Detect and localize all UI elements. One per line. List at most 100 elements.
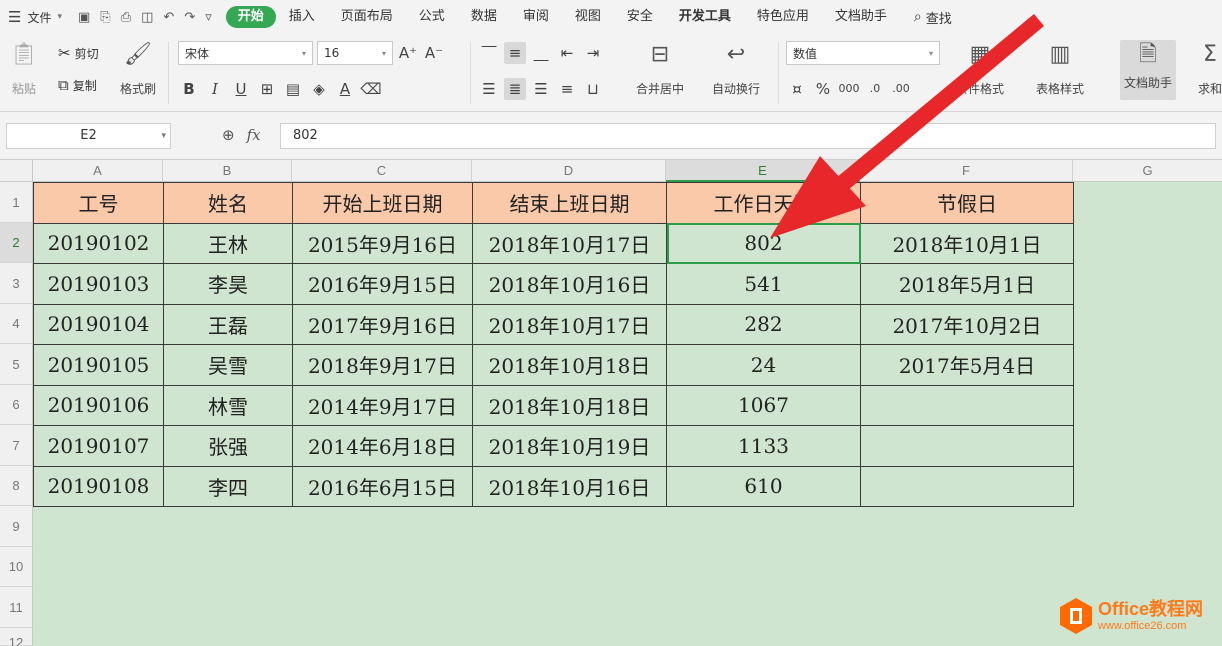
- name-box[interactable]: E2 ▾: [6, 123, 171, 149]
- formula-input[interactable]: 802: [280, 123, 1216, 149]
- cell-e7[interactable]: 1133: [666, 425, 861, 467]
- cell-f8[interactable]: [860, 465, 1074, 507]
- export-icon[interactable]: ⎘: [100, 10, 110, 25]
- cell-b5[interactable]: 吴雪: [163, 344, 293, 386]
- column-header-b[interactable]: B: [163, 160, 292, 182]
- cell-e1[interactable]: 工作日天数: [666, 182, 861, 224]
- tab-doc-assistant[interactable]: 文档助手: [822, 6, 900, 28]
- fill-color-icon[interactable]: ◈: [308, 78, 330, 100]
- align-top-icon[interactable]: ⎺: [478, 42, 500, 64]
- justify-icon[interactable]: ≡: [556, 78, 578, 100]
- row-header-11[interactable]: 11: [0, 587, 33, 628]
- cell-f3[interactable]: 2018年5月1日: [860, 263, 1074, 305]
- tab-review[interactable]: 审阅: [510, 6, 562, 28]
- cell-b2[interactable]: 王林: [163, 222, 293, 264]
- number-format-select[interactable]: 数值 ▾: [786, 41, 940, 65]
- cell-c8[interactable]: 2016年6月15日: [292, 465, 473, 507]
- tab-view[interactable]: 视图: [562, 6, 614, 28]
- row-header-3[interactable]: 3: [0, 263, 33, 304]
- paste-button[interactable]: 📋︎ 粘贴: [10, 40, 38, 97]
- cell-a1[interactable]: 工号: [33, 182, 164, 224]
- cell-a2[interactable]: 20190102: [33, 222, 164, 264]
- cell-b1[interactable]: 姓名: [163, 182, 293, 224]
- column-header-f[interactable]: F: [860, 160, 1073, 182]
- fill-pattern-icon[interactable]: ▤: [282, 78, 304, 100]
- cell-f2[interactable]: 2018年10月1日: [860, 222, 1074, 264]
- column-header-d[interactable]: D: [472, 160, 666, 182]
- underline-icon[interactable]: U: [230, 78, 252, 100]
- cell-c5[interactable]: 2018年9月17日: [292, 344, 473, 386]
- font-name-select[interactable]: 宋体 ▾: [178, 41, 313, 65]
- increase-font-icon[interactable]: A⁺: [397, 42, 419, 64]
- cell-b8[interactable]: 李四: [163, 465, 293, 507]
- cell-b7[interactable]: 张强: [163, 425, 293, 467]
- row-header-5[interactable]: 5: [0, 344, 33, 385]
- cell-d2[interactable]: 2018年10月17日: [472, 222, 667, 264]
- save-icon[interactable]: ▣: [78, 10, 90, 25]
- cell-d3[interactable]: 2018年10月16日: [472, 263, 667, 305]
- thousands-icon[interactable]: 000: [838, 78, 860, 100]
- tab-developer[interactable]: 开发工具: [666, 6, 744, 28]
- format-painter-button[interactable]: 🖌︎ 格式刷: [120, 40, 156, 97]
- cell-b3[interactable]: 李昊: [163, 263, 293, 305]
- distribute-icon[interactable]: ⊔: [582, 78, 604, 100]
- row-header-9[interactable]: 9: [0, 506, 33, 547]
- cell-d6[interactable]: 2018年10月18日: [472, 384, 667, 426]
- cell-d5[interactable]: 2018年10月18日: [472, 344, 667, 386]
- search-menu[interactable]: ⌕ 查找: [914, 8, 952, 27]
- cell-c3[interactable]: 2016年9月15日: [292, 263, 473, 305]
- cell-d8[interactable]: 2018年10月16日: [472, 465, 667, 507]
- cell-e5[interactable]: 24: [666, 344, 861, 386]
- eraser-icon[interactable]: ⌫: [360, 78, 382, 100]
- tab-security[interactable]: 安全: [614, 6, 666, 28]
- cell-a3[interactable]: 20190103: [33, 263, 164, 305]
- cell-a8[interactable]: 20190108: [33, 465, 164, 507]
- cell-c2[interactable]: 2015年9月16日: [292, 222, 473, 264]
- conditional-format-button[interactable]: ▦ 条件格式: [956, 40, 1004, 97]
- cell-c6[interactable]: 2014年9月17日: [292, 384, 473, 426]
- wrap-text-button[interactable]: ↩ 自动换行: [712, 40, 760, 97]
- percent-icon[interactable]: %: [812, 78, 834, 100]
- italic-icon[interactable]: I: [204, 78, 226, 100]
- cell-e6[interactable]: 1067: [666, 384, 861, 426]
- tab-data[interactable]: 数据: [458, 6, 510, 28]
- cell-b4[interactable]: 王磊: [163, 303, 293, 345]
- column-header-c[interactable]: C: [292, 160, 472, 182]
- bold-icon[interactable]: B: [178, 78, 200, 100]
- cell-e2-selected[interactable]: 802: [666, 222, 861, 264]
- tab-insert[interactable]: 插入: [276, 6, 328, 28]
- print-icon[interactable]: ⎙: [121, 10, 131, 25]
- zoom-icon[interactable]: ⊕: [222, 126, 235, 144]
- row-header-6[interactable]: 6: [0, 385, 33, 425]
- cell-a4[interactable]: 20190104: [33, 303, 164, 345]
- align-bottom-icon[interactable]: ⎽: [530, 42, 552, 64]
- cell-f7[interactable]: [860, 425, 1074, 467]
- cell-c7[interactable]: 2014年6月18日: [292, 425, 473, 467]
- font-color-icon[interactable]: A: [334, 78, 356, 100]
- doc-assistant-button[interactable]: 🗎︎ 文档助手: [1120, 40, 1177, 100]
- cell-d7[interactable]: 2018年10月19日: [472, 425, 667, 467]
- row-header-10[interactable]: 10: [0, 547, 33, 587]
- print-preview-icon[interactable]: ◫: [141, 10, 153, 25]
- cell-c1[interactable]: 开始上班日期: [292, 182, 473, 224]
- cell-b6[interactable]: 林雪: [163, 384, 293, 426]
- merge-center-button[interactable]: ⊟ 合并居中: [636, 40, 684, 97]
- cell-a7[interactable]: 20190107: [33, 425, 164, 467]
- redo-icon[interactable]: ↷: [184, 10, 195, 25]
- align-left-icon[interactable]: ☰: [478, 78, 500, 100]
- align-center-icon[interactable]: ≣: [504, 78, 526, 100]
- cell-d1[interactable]: 结束上班日期: [472, 182, 667, 224]
- select-all-corner[interactable]: [0, 160, 33, 182]
- currency-icon[interactable]: ¤: [786, 78, 808, 100]
- sum-button[interactable]: Σ 求和: [1198, 40, 1222, 97]
- increase-decimal-icon[interactable]: .0: [864, 78, 886, 100]
- row-header-12[interactable]: 12: [0, 628, 33, 646]
- font-size-select[interactable]: 16 ▾: [317, 41, 393, 65]
- decrease-font-icon[interactable]: A⁻: [423, 42, 445, 64]
- column-header-g[interactable]: G: [1073, 160, 1222, 182]
- undo-icon[interactable]: ↶: [163, 10, 174, 25]
- fx-icon[interactable]: fx: [247, 126, 261, 144]
- increase-indent-icon[interactable]: ⇥: [582, 42, 604, 64]
- align-middle-icon[interactable]: ≡: [504, 42, 526, 64]
- row-header-2[interactable]: 2: [0, 223, 33, 263]
